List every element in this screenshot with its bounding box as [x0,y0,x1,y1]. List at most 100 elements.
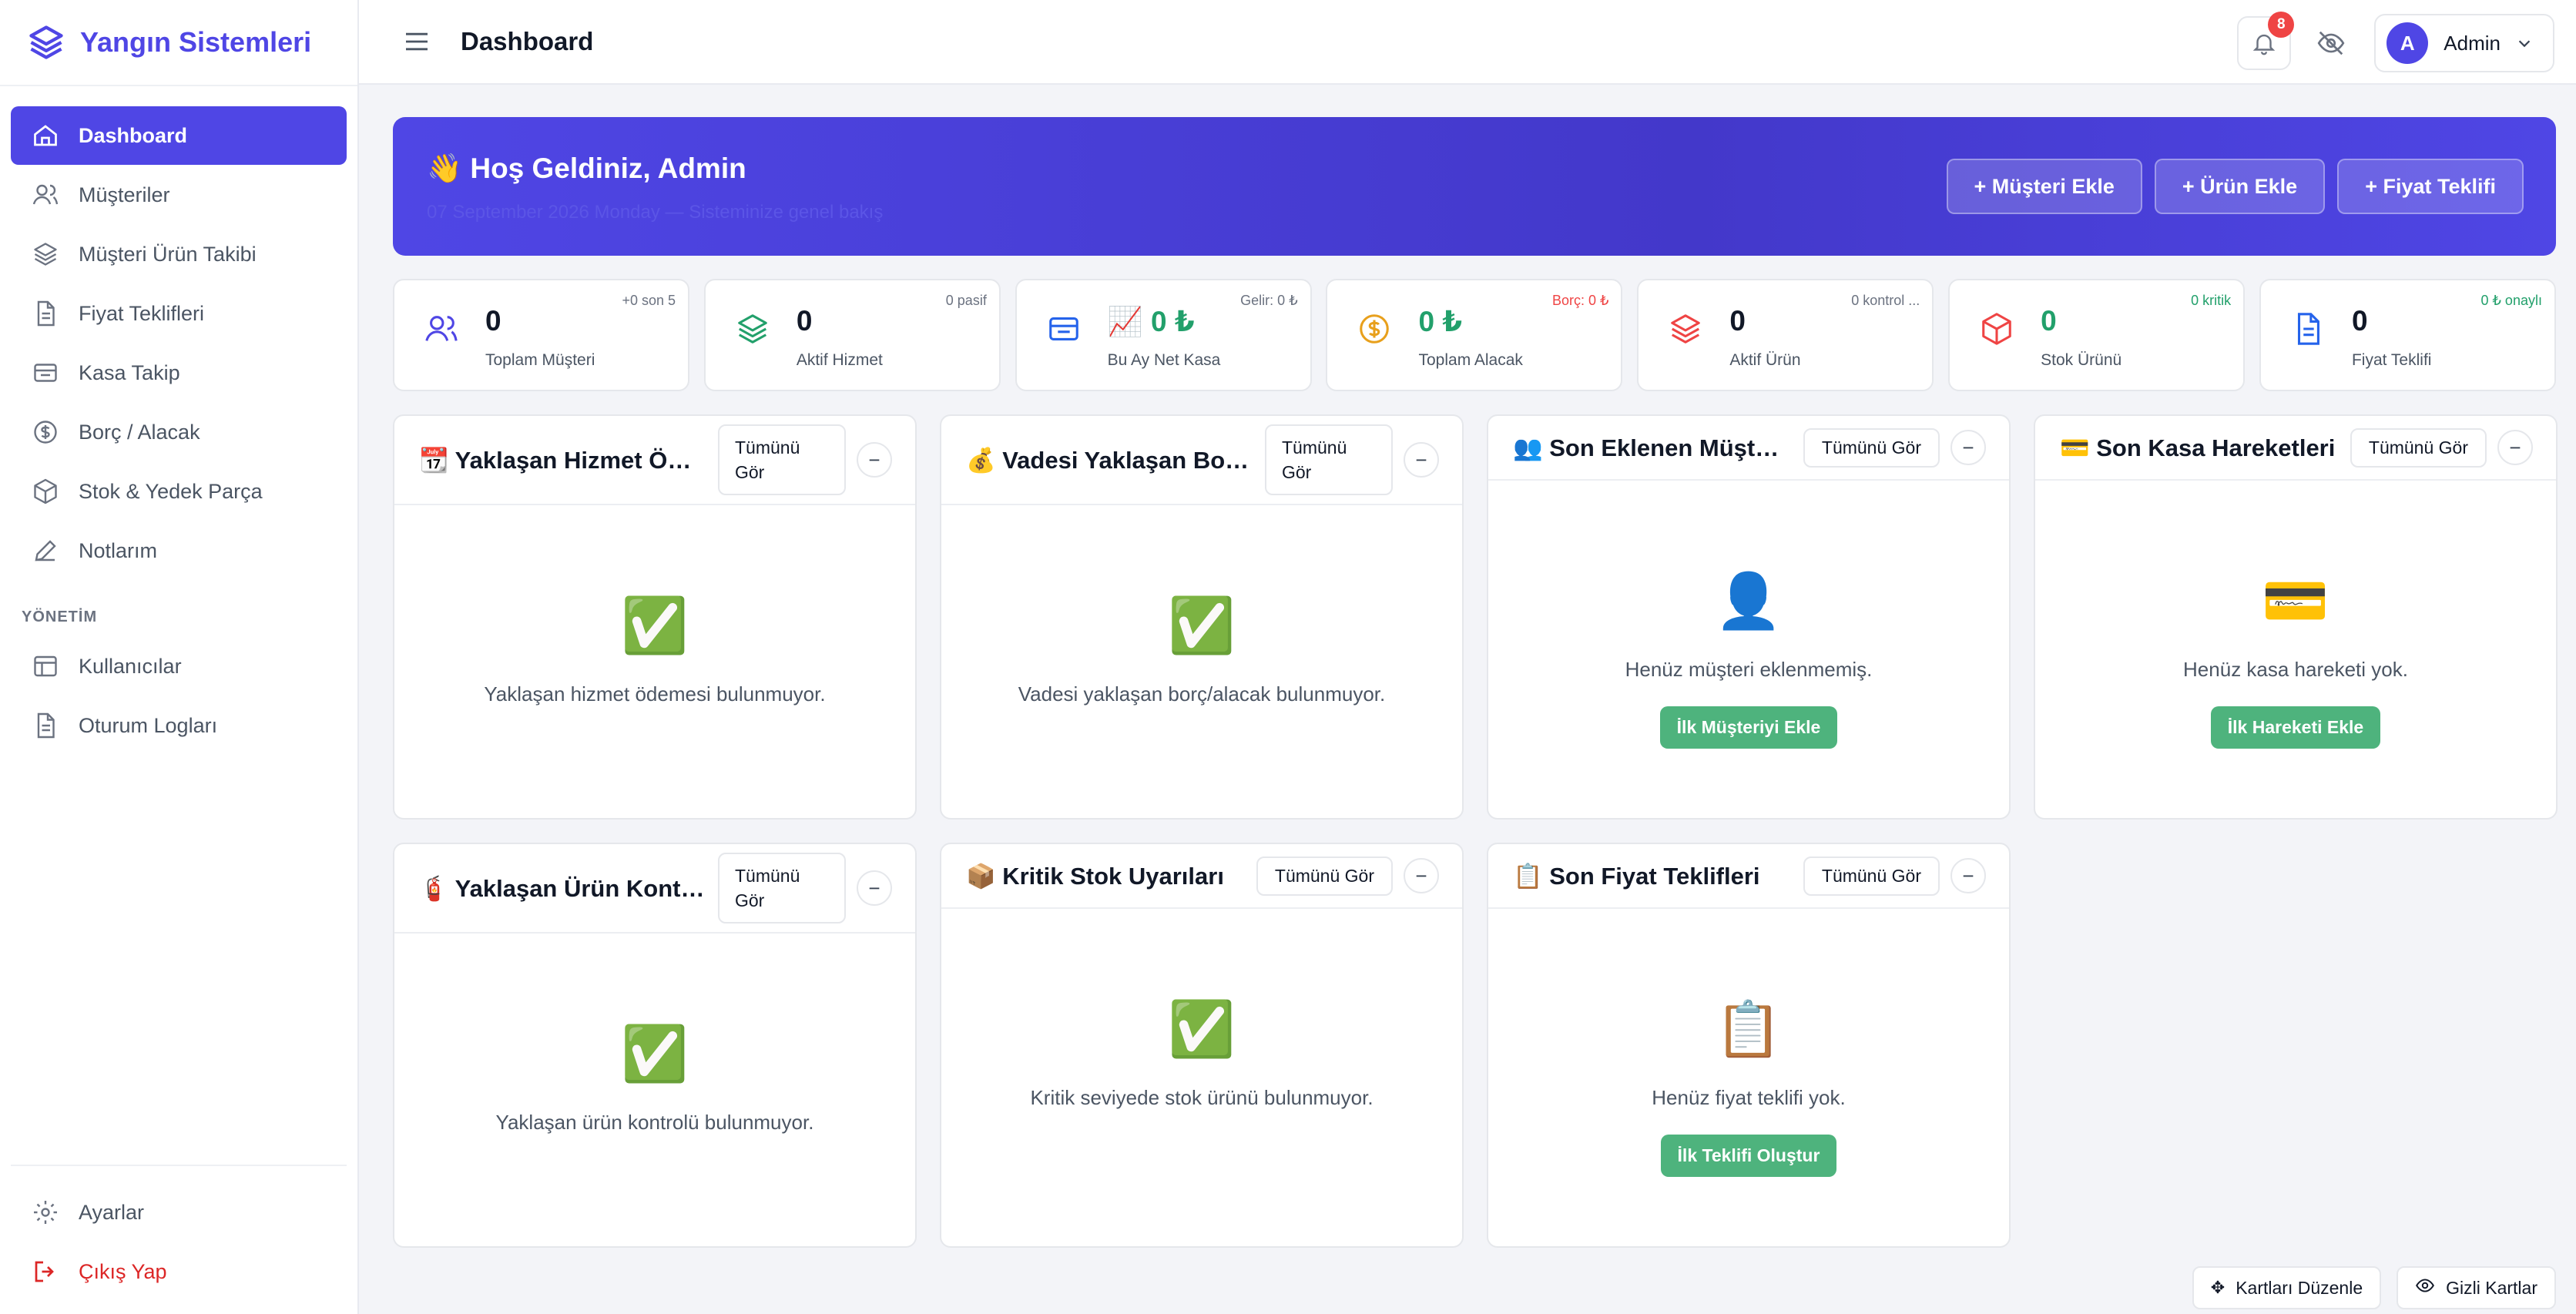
card-header: 💳 Son Kasa Hareketleri Tümünü Gör − [2035,416,2556,481]
see-all-button[interactable]: Tümünü Gör [1803,427,1940,468]
card-upcoming-service-payments: 📆 Yaklaşan Hizmet Öde... Tümünü Gör − ✅ … [393,414,917,820]
cashbox-icon [1046,311,1085,350]
sidebar-item-customers[interactable]: Müşteriler [11,166,347,224]
stat-card-monthly-cash[interactable]: 📈 0 ₺ Bu Ay Net Kasa Gelir: 0 ₺ [1015,279,1312,391]
minimize-card-button[interactable]: − [1950,430,1986,465]
sidebar-item-label: Kullanıcılar [79,654,182,678]
credit-card-icon: 💳 [2262,571,2329,631]
minimize-card-button[interactable]: − [1404,858,1439,893]
menu-toggle-icon[interactable] [397,22,436,61]
add-first-movement-button[interactable]: İlk Hareketi Ekle [2210,706,2381,749]
stat-card-quotes[interactable]: 0 Fiyat Teklifi 0 ₺ onaylı [2259,279,2556,391]
stat-value: 0 [1729,305,1746,337]
sidebar-item-customer-product-tracking[interactable]: Müşteri Ürün Takibi [11,225,347,283]
sidebar-item-label: Çıkış Yap [79,1259,167,1283]
stat-card-stock[interactable]: 0 Stok Ürünü 0 kritik [1948,279,2246,391]
empty-state: ✅ Kritik seviyede stok ürünü bulunmuyor. [941,998,1462,1110]
see-all-button[interactable]: Tümünü Gör [718,853,846,923]
card-title: 👥 Son Eklenen Müşteriler [1513,434,1791,461]
notification-badge: 8 [2268,12,2295,38]
box-icon [1979,311,2018,350]
sidebar-item-stock[interactable]: Stok & Yedek Parça [11,462,347,521]
sidebar-item-debt-credit[interactable]: Borç / Alacak [11,403,347,461]
stat-value: 0 [2351,305,2368,337]
layers-icon [31,240,60,269]
logout-icon [31,1257,60,1286]
card-title: 🧯 Yaklaşan Ürün Kontro... [419,874,706,902]
sidebar-item-quotes[interactable]: Fiyat Teklifleri [11,284,347,343]
sidebar-item-cash[interactable]: Kasa Takip [11,344,347,402]
card-recent-customers: 👥 Son Eklenen Müşteriler Tümünü Gör − 👤 … [1487,414,2011,820]
stat-note: 0 kritik [2191,293,2232,308]
empty-message: Kritik seviyede stok ürünü bulunmuyor. [1030,1086,1374,1109]
card-critical-stock: 📦 Kritik Stok Uyarıları Tümünü Gör − ✅ K… [940,843,1464,1248]
pencil-icon [31,536,60,565]
edit-cards-label: Kartları Düzenle [2236,1277,2363,1298]
see-all-button[interactable]: Tümünü Gör [1256,856,1393,896]
minimize-card-button[interactable]: − [1404,442,1439,478]
see-all-button[interactable]: Tümünü Gör [718,424,846,495]
notifications-button[interactable]: 8 [2237,12,2295,70]
hidden-cards-label: Gizli Kartlar [2446,1277,2537,1298]
layers-icon [735,311,773,350]
stat-value: 0 [2041,305,2057,337]
stat-value: 0 [796,305,813,337]
card-title: 📦 Kritik Stok Uyarıları [966,862,1224,890]
sidebar-nav: Dashboard Müşteriler Müşteri Ürün Takibi… [0,86,357,755]
card-title: 💳 Son Kasa Hareketleri [2060,434,2336,461]
sidebar-item-settings[interactable]: Ayarlar [11,1183,347,1242]
sidebar-item-label: Kasa Takip [79,360,180,384]
minimize-card-button[interactable]: − [1950,858,1986,893]
privacy-toggle-button[interactable] [2308,20,2354,66]
edit-cards-button[interactable]: ✥ Kartları Düzenle [2192,1266,2382,1309]
users-icon [424,311,462,350]
sidebar-item-label: Dashboard [79,123,188,147]
minimize-card-button[interactable]: − [857,442,892,478]
stat-card-customers[interactable]: 0 Toplam Müşteri +0 son 5 [393,279,689,391]
stat-value: 0 ₺ [1418,306,1463,337]
stat-label: Toplam Alacak [1418,351,1523,369]
card-title: 📆 Yaklaşan Hizmet Öde... [419,446,706,474]
user-menu-button[interactable]: A Admin [2374,14,2554,72]
sidebar-item-label: Müşteriler [79,183,170,206]
stat-label: Stok Ürünü [2041,351,2122,369]
see-all-button[interactable]: Tümünü Gör [1265,424,1393,495]
stat-value: 0 [485,305,501,337]
empty-message: Henüz kasa hareketi yok. [2183,658,2408,681]
sidebar-item-logout[interactable]: Çıkış Yap [11,1242,347,1301]
empty-state: ✅ Yaklaşan hizmet ödemesi bulunmuyor. [394,595,915,706]
card-header: 📋 Son Fiyat Teklifleri Tümünü Gör − [1488,844,2009,909]
dollar-circle-icon [1357,311,1395,350]
add-first-customer-button[interactable]: İlk Müşteriyi Ekle [1659,706,1838,749]
sidebar-item-session-logs[interactable]: Oturum Logları [11,696,347,755]
avatar: A [2386,22,2429,64]
stat-card-receivables[interactable]: 0 ₺ Toplam Alacak Borç: 0 ₺ [1326,279,1623,391]
sidebar-item-dashboard[interactable]: Dashboard [11,106,347,165]
hidden-cards-button[interactable]: Gizli Kartlar [2397,1266,2556,1309]
add-product-button[interactable]: + Ürün Ekle [2154,159,2326,214]
minimize-card-button[interactable]: − [857,870,892,906]
minimize-card-button[interactable]: − [2497,430,2533,465]
empty-state: ✅ Yaklaşan ürün kontrolü bulunmuyor. [394,1023,915,1135]
document-icon [31,711,60,740]
see-all-button[interactable]: Tümünü Gör [1803,856,1940,896]
sidebar-item-users[interactable]: Kullanıcılar [11,637,347,696]
sidebar-bottom: Ayarlar Çıkış Yap [11,1165,347,1314]
stat-label: Fiyat Teklifi [2351,351,2432,369]
empty-message: Yaklaşan hizmet ödemesi bulunmuyor. [484,682,826,706]
empty-message: Yaklaşan ürün kontrolü bulunmuyor. [495,1111,814,1134]
stat-note: 0 pasif [945,293,987,308]
empty-state: 👤 Henüz müşteri eklenmemiş. İlk Müşteriy… [1488,570,2009,749]
add-customer-button[interactable]: + Müşteri Ekle [1946,159,2142,214]
stat-card-active-services[interactable]: 0 Aktif Hizmet 0 pasif [703,279,1001,391]
see-all-button[interactable]: Tümünü Gör [2350,427,2487,468]
layers-icon [1668,311,1706,350]
topbar-actions: 8 A Admin [2237,12,2554,72]
brand[interactable]: Yangın Sistemleri [0,0,357,86]
brand-name: Yangın Sistemleri [80,26,312,58]
sidebar-item-notes[interactable]: Notlarım [11,521,347,580]
stat-card-active-products[interactable]: 0 Aktif Ürün 0 kontrol ... [1637,279,1934,391]
sidebar-item-label: Notlarım [79,538,158,562]
add-quote-button[interactable]: + Fiyat Teklifi [2337,159,2524,214]
create-first-quote-button[interactable]: İlk Teklifi Oluştur [1660,1135,1837,1177]
